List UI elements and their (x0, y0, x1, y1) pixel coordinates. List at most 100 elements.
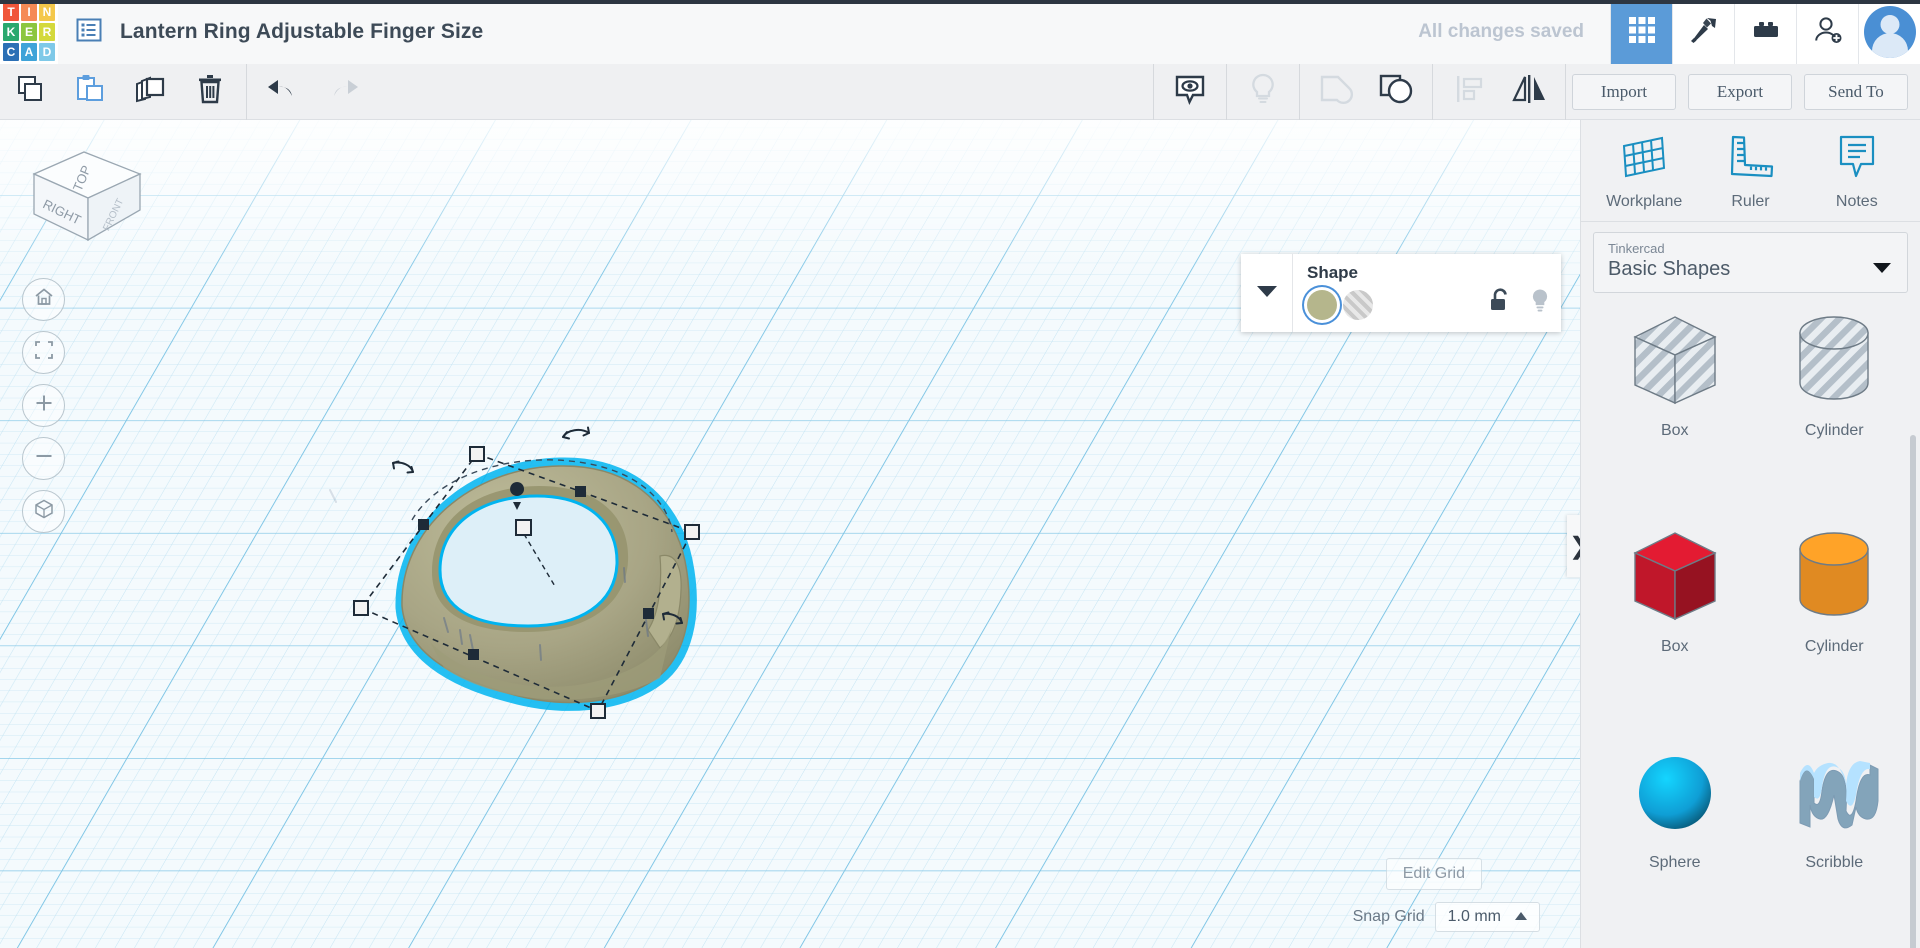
codeblocks-button[interactable] (1672, 0, 1734, 64)
view-nav-buttons (22, 278, 65, 543)
shape-popup-collapse-button[interactable] (1241, 254, 1293, 332)
view-orientation-cube[interactable]: TOP RIGHT FRONT (22, 138, 152, 258)
main-toolbar: Import Export Send To (0, 63, 1920, 120)
zoom-out-button[interactable] (22, 437, 65, 480)
invite-people-button[interactable] (1796, 0, 1858, 64)
header-spacer (483, 0, 1418, 64)
box-thumbnail-icon (1623, 523, 1727, 632)
lightbulb-icon (1246, 72, 1280, 111)
import-button[interactable]: Import (1572, 73, 1676, 110)
notes-tool-label: Notes (1835, 193, 1878, 210)
ungroup-shape-icon (1318, 72, 1354, 111)
workplane-tool[interactable]: Workplane (1598, 134, 1690, 211)
toolbar-divider-3 (1226, 63, 1227, 120)
solid-color-swatch[interactable] (1307, 290, 1337, 320)
export-button[interactable]: Export (1688, 73, 1792, 110)
tinkercad-logo[interactable]: TIN KER CAD (0, 0, 58, 64)
cube-view-icon (33, 498, 55, 525)
ungroup-button[interactable] (1306, 64, 1366, 120)
home-icon (33, 286, 55, 313)
toolbar-divider-2 (1153, 63, 1154, 120)
tinkercad-app: TIN KER CAD Lantern Ring Adjustable Finger… (0, 0, 1920, 948)
duplicate-icon (133, 72, 167, 111)
save-status: All changes saved (1418, 21, 1584, 42)
shape-popup-body: Shape (1293, 254, 1561, 332)
logo-tile-r: R (39, 23, 55, 41)
history-tools (253, 64, 373, 120)
toolbar-divider-5 (1432, 63, 1433, 120)
logo-tile-t: T (3, 3, 19, 21)
redo-button[interactable] (313, 64, 373, 120)
fit-to-view-button[interactable] (22, 331, 65, 374)
shape-box-hole[interactable]: Box (1595, 307, 1755, 462)
project-title[interactable]: Lantern Ring Adjustable Finger Size (120, 0, 483, 64)
shape-library-select[interactable]: Tinkercad Basic Shapes (1593, 232, 1908, 293)
app-header: TIN KER CAD Lantern Ring Adjustable Finger… (0, 0, 1920, 64)
notes-tool[interactable]: Notes (1811, 134, 1903, 211)
undo-button[interactable] (253, 64, 313, 120)
shape-box-solid[interactable]: Box (1595, 523, 1755, 678)
lego-brick-icon (1751, 15, 1781, 50)
shape-item-label: Sphere (1648, 854, 1701, 871)
shape-item-label: Cylinder (1804, 422, 1864, 439)
workplane-tool-label: Workplane (1606, 193, 1683, 210)
zoom-in-button[interactable] (22, 384, 65, 427)
mirror-button[interactable] (1499, 64, 1559, 120)
edit-grid-button[interactable]: Edit Grid (1385, 858, 1482, 890)
bricks-button[interactable] (1734, 0, 1796, 64)
lightbulb-icon[interactable] (1529, 288, 1551, 319)
ruler-tool-label: Ruler (1731, 193, 1770, 210)
shape-gallery[interactable]: Box Cylinder Box Cylinder Sphere Scribble (1581, 307, 1920, 947)
caret-up-icon (1515, 908, 1527, 926)
project-menu-button[interactable] (58, 0, 120, 64)
gallery-grid-icon (1627, 15, 1657, 50)
workplane-grid (0, 120, 1580, 948)
align-button[interactable] (1439, 64, 1499, 120)
cylinder-thumbnail-icon (1782, 307, 1886, 416)
scribble-thumbnail-icon (1782, 739, 1886, 848)
ruler-icon (1724, 134, 1776, 185)
fit-frame-icon (33, 339, 55, 366)
ruler-tool[interactable]: Ruler (1704, 134, 1796, 211)
gallery-grid-button[interactable] (1610, 0, 1672, 64)
cylinder-thumbnail-icon (1782, 523, 1886, 632)
shape-cylinder-solid[interactable]: Cylinder (1755, 523, 1915, 678)
home-view-button[interactable] (22, 278, 65, 321)
toolbar-divider-6 (1565, 63, 1566, 120)
ortho-perspective-button[interactable] (22, 490, 65, 533)
hide-button[interactable] (1233, 64, 1293, 120)
send-to-button[interactable]: Send To (1804, 73, 1908, 110)
delete-button[interactable] (180, 64, 240, 120)
logo-tile-k: K (3, 23, 19, 41)
shape-scribble[interactable]: Scribble (1755, 739, 1915, 894)
add-person-icon (1813, 15, 1843, 50)
caret-down-icon (1873, 261, 1891, 279)
shape-sphere[interactable]: Sphere (1595, 739, 1755, 894)
workplane-grid-icon (1618, 134, 1670, 185)
duplicate-button[interactable] (120, 64, 180, 120)
avatar (1863, 6, 1916, 58)
notes-visibility-button[interactable] (1160, 64, 1220, 120)
shape-gallery-scrollbar[interactable] (1910, 435, 1916, 948)
paste-button[interactable] (60, 64, 120, 120)
shape-inspector-popup: Shape (1241, 254, 1561, 332)
logo-tile-c: C (3, 43, 19, 61)
toolbar-divider-4 (1299, 63, 1300, 120)
snap-grid-control: Snap Grid 1.0 mm (1353, 902, 1540, 932)
shape-item-label: Scribble (1805, 854, 1864, 871)
unlocked-padlock-icon[interactable] (1489, 288, 1511, 319)
notes-bubble-icon (1831, 134, 1883, 185)
shape-cylinder-hole[interactable]: Cylinder (1755, 307, 1915, 462)
snap-grid-select[interactable]: 1.0 mm (1434, 902, 1540, 932)
clipboard-tools (0, 64, 240, 120)
list-menu-icon (76, 17, 102, 48)
box-thumbnail-icon (1623, 307, 1727, 416)
sphere-thumbnail-icon (1623, 739, 1727, 848)
3d-workplane-canvas[interactable]: TOP RIGHT FRONT Shape Edit Grid Snap Gri… (0, 120, 1580, 948)
group-button[interactable] (1366, 64, 1426, 120)
copy-icon (13, 72, 47, 111)
hole-swatch[interactable] (1343, 290, 1373, 320)
user-account-button[interactable] (1858, 0, 1920, 64)
copy-button[interactable] (0, 64, 60, 120)
undo-arrow-icon (265, 74, 301, 109)
